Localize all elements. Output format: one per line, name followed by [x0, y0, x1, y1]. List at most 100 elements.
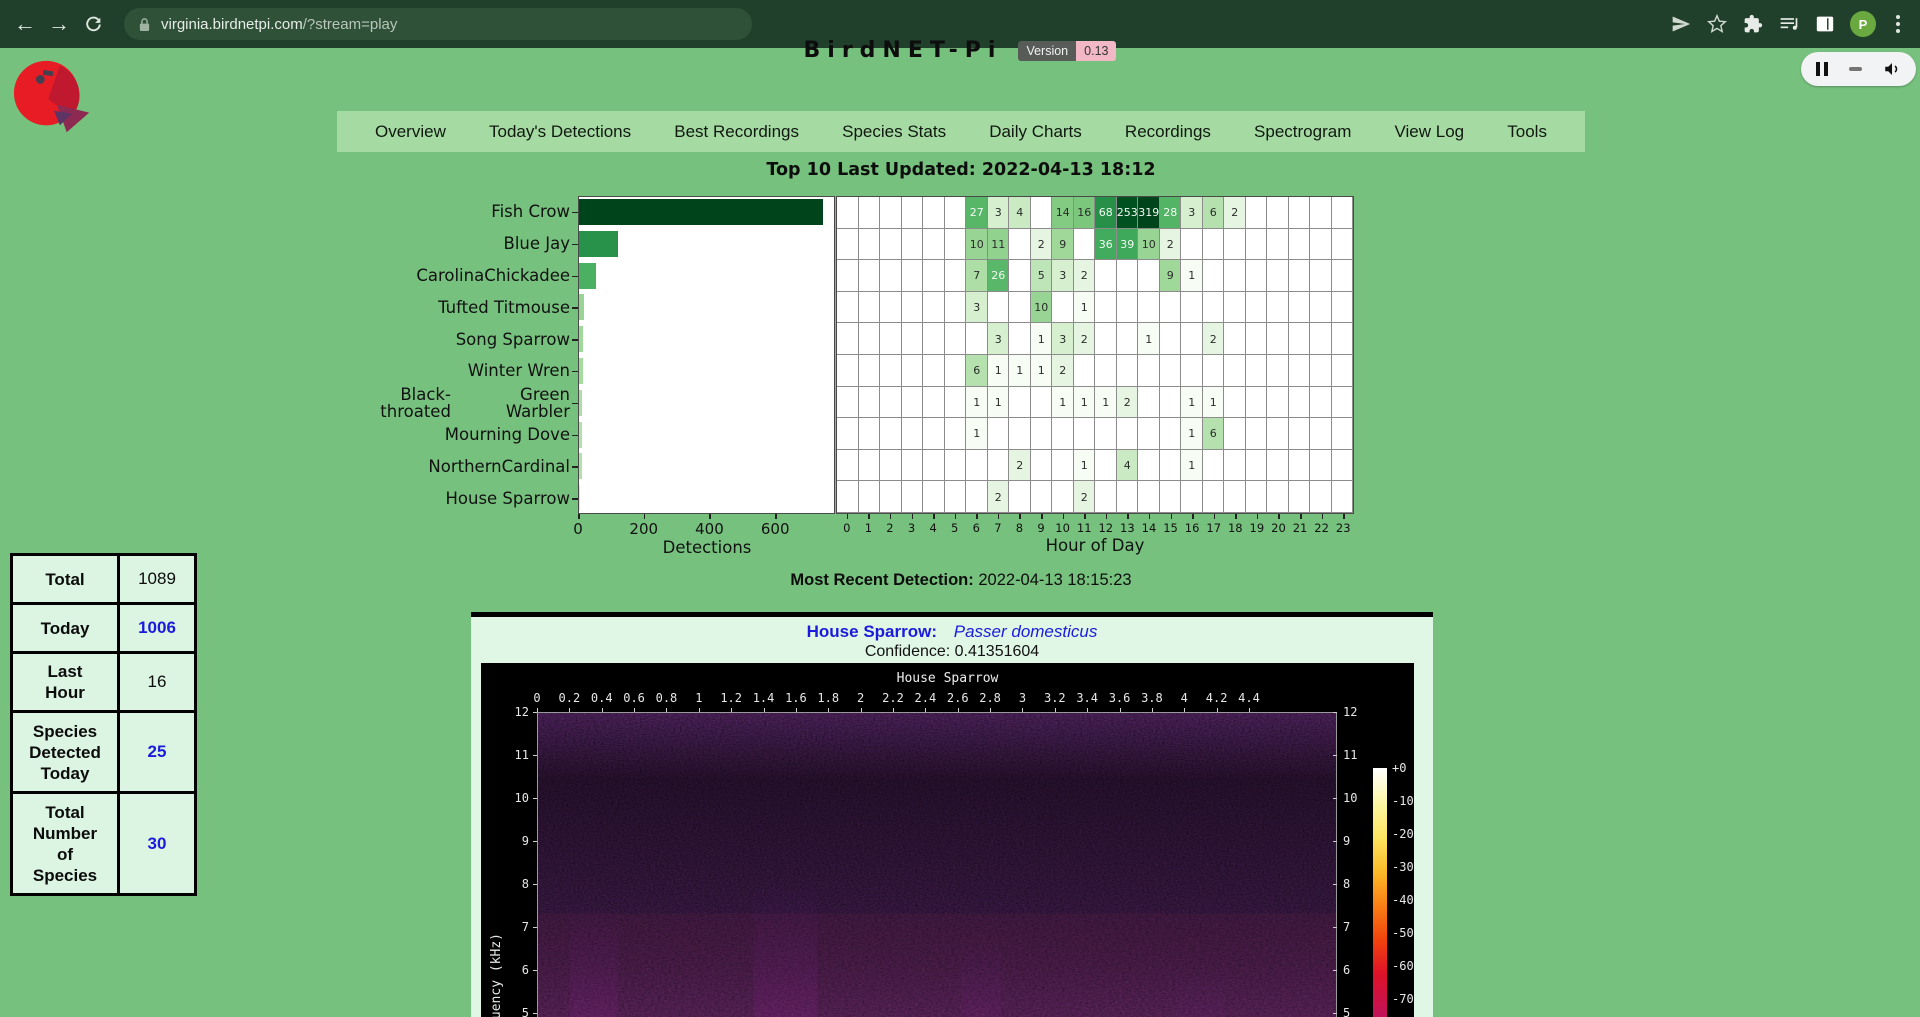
address-bar[interactable]: virginia.birdnetpi.com/?stream=play — [124, 8, 752, 40]
heatmap-cell — [1181, 323, 1203, 355]
media-controls-icon[interactable] — [1778, 13, 1800, 35]
time-tick — [1120, 708, 1121, 712]
heatmap-cell — [1009, 323, 1031, 355]
most-recent-detection: Most Recent Detection: 2022-04-13 18:15:… — [337, 571, 1585, 590]
heatmap-cell — [1267, 292, 1289, 324]
heatmap-cell — [880, 292, 902, 324]
hour-label: 10 — [1055, 521, 1070, 535]
time-tick — [699, 708, 700, 712]
time-tick — [1087, 708, 1088, 712]
heatmap-cell — [1009, 229, 1031, 261]
nav-item-overview[interactable]: Overview — [375, 122, 446, 142]
heatmap-cell — [1267, 418, 1289, 450]
side-panel-icon[interactable] — [1814, 13, 1836, 35]
heatmap-cell — [859, 292, 881, 324]
bookmark-star-icon[interactable] — [1706, 13, 1728, 35]
stats-value[interactable]: 30 — [119, 793, 196, 895]
heatmap-cell — [1289, 355, 1311, 387]
heatmap-cell: 28 — [1160, 197, 1182, 229]
hour-tick — [998, 514, 1000, 519]
heatmap-cell: 1 — [966, 418, 988, 450]
heatmap-cell — [945, 355, 967, 387]
freq-tick — [533, 1013, 537, 1014]
freq-tick — [533, 927, 537, 928]
heatmap-cell — [1289, 450, 1311, 482]
time-tick — [1249, 708, 1250, 712]
nav-item-today-s-detections[interactable]: Today's Detections — [489, 122, 631, 142]
hour-label: 6 — [973, 521, 980, 535]
heatmap-cell — [1332, 323, 1354, 355]
heatmap-cell — [902, 450, 924, 482]
x-tick — [644, 514, 646, 519]
stats-row: Total1089 — [12, 555, 196, 604]
nav-item-best-recordings[interactable]: Best Recordings — [674, 122, 799, 142]
browser-menu-icon[interactable] — [1890, 13, 1906, 35]
freq-tick-label: 6 — [489, 963, 529, 977]
pause-button[interactable] — [1816, 62, 1828, 76]
nav-item-view-log[interactable]: View Log — [1395, 122, 1465, 142]
heatmap-cell — [923, 292, 945, 324]
heatmap-cell — [1310, 387, 1332, 419]
heatmap-cell — [1224, 355, 1246, 387]
heatmap-cell: 4 — [1009, 197, 1031, 229]
time-tick-label: 2.8 — [979, 691, 1001, 705]
heatmap-cell: 39 — [1117, 229, 1139, 261]
heatmap-cell: 1 — [1052, 387, 1074, 419]
heatmap-cell — [923, 229, 945, 261]
detection-common-name[interactable]: House Sparrow: — [807, 622, 937, 641]
heatmap-cell — [945, 260, 967, 292]
heatmap-cell: 3 — [1052, 323, 1074, 355]
hour-label: 17 — [1206, 521, 1221, 535]
stats-value[interactable]: 25 — [119, 712, 196, 793]
heatmap-cell — [1224, 292, 1246, 324]
profile-avatar[interactable]: P — [1850, 11, 1876, 37]
colorbar-label: -30 — [1392, 860, 1414, 874]
heatmap-cell: 3 — [1181, 197, 1203, 229]
stats-row: Today1006 — [12, 604, 196, 653]
stats-value[interactable]: 1006 — [119, 604, 196, 653]
send-icon[interactable] — [1670, 13, 1692, 35]
heatmap-cell — [1267, 197, 1289, 229]
species-label: Fish Crow — [330, 196, 570, 228]
nav-item-daily-charts[interactable]: Daily Charts — [989, 122, 1082, 142]
seek-dash[interactable] — [1849, 67, 1862, 71]
hour-label: 7 — [994, 521, 1001, 535]
nav-item-tools[interactable]: Tools — [1507, 122, 1547, 142]
heatmap-cell: 36 — [1095, 229, 1117, 261]
freq-tick — [533, 970, 537, 971]
heatmap-cell — [966, 323, 988, 355]
heatmap-cell: 26 — [988, 260, 1010, 292]
heatmap-cell — [945, 387, 967, 419]
reload-icon[interactable] — [76, 7, 110, 41]
nav-item-recordings[interactable]: Recordings — [1125, 122, 1211, 142]
most-recent-label: Most Recent Detection: — [790, 571, 973, 589]
freq-tick — [1333, 927, 1337, 928]
heatmap-cell — [1117, 481, 1139, 513]
main-nav: Overview Today's Detections Best Recording… — [337, 111, 1585, 152]
heatmap-cell — [1246, 323, 1268, 355]
heatmap-cell — [1117, 418, 1139, 450]
heatmap-cell: 2 — [1074, 323, 1096, 355]
species-label: Song Sparrow — [330, 323, 570, 355]
heatmap-cell — [1181, 292, 1203, 324]
stats-row: SpeciesDetectedToday25 — [12, 712, 196, 793]
back-icon[interactable]: ← — [8, 7, 42, 41]
volume-icon[interactable] — [1883, 60, 1901, 78]
heatmap-cell — [1160, 418, 1182, 450]
nav-item-spectrogram[interactable]: Spectrogram — [1254, 122, 1351, 142]
colorbar-label: -20 — [1392, 827, 1414, 841]
nav-item-species-stats[interactable]: Species Stats — [842, 122, 946, 142]
heatmap-cell: 1 — [1031, 323, 1053, 355]
detections-bar — [579, 294, 584, 320]
time-tick — [1184, 708, 1185, 712]
freq-tick — [533, 884, 537, 885]
forward-icon[interactable]: → — [42, 7, 76, 41]
detections-bar — [579, 231, 618, 257]
detection-confidence: Confidence: 0.41351604 — [471, 643, 1433, 661]
audio-player[interactable] — [1801, 52, 1916, 86]
species-label: NorthernCardinal — [330, 450, 570, 482]
heatmap-cell: 319 — [1138, 197, 1160, 229]
bar-tick-label: 400 — [695, 520, 724, 538]
extensions-icon[interactable] — [1742, 13, 1764, 35]
heatmap-cell — [923, 355, 945, 387]
